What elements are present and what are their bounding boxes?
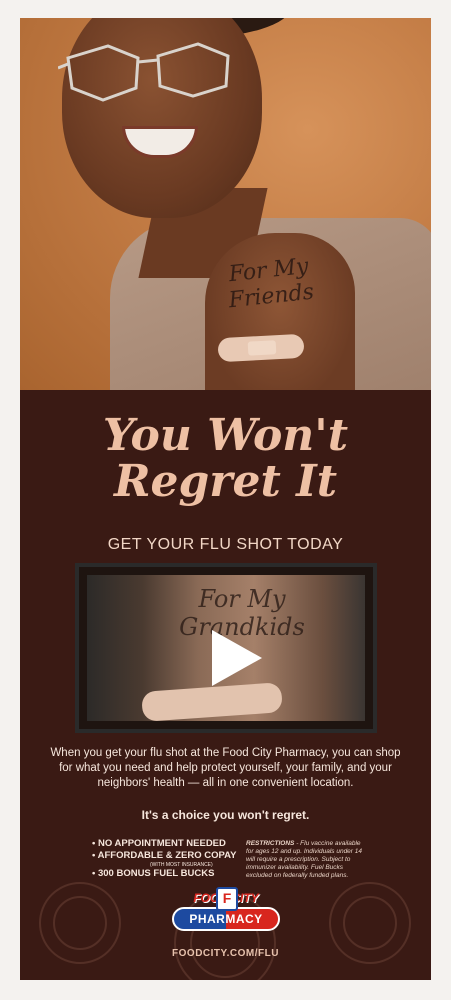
website-url[interactable]: FOODCITY.COM/FLU [20,948,431,959]
benefit-item: • AFFORDABLE & ZERO COPAY [92,850,237,861]
headline: You Won't Regret It [20,413,431,505]
restrictions-label: RESTRICTIONS [246,840,295,847]
hero-photo: For My Friends [20,18,431,390]
video-player[interactable]: For My Grandkids [75,563,377,733]
restrictions-text: RESTRICTIONS - Flu vaccine available for… [246,840,366,880]
video-bandaid [141,682,283,721]
ad-card: For My Friends You Won't Regret It GET Y… [20,18,431,980]
benefit-item: • NO APPOINTMENT NEEDED [92,838,226,849]
video-tattoo-line-1: For My [198,585,286,613]
benefit-item: • 300 BONUS FUEL BUCKS [92,868,215,879]
glasses-icon [58,42,230,102]
food-city-pharmacy-logo: FOOD CITY PHARMACY F [172,887,280,933]
headline-line-1: You Won't [102,410,349,461]
bandaid [217,333,305,363]
headline-line-2: Regret It [113,456,338,507]
subhead: GET YOUR FLU SHOT TODAY [107,536,344,553]
logo-f-icon: F [216,887,238,911]
benefit-list: • NO APPOINTMENT NEEDED • AFFORDABLE & Z… [92,838,252,880]
body-tagline: It's a choice you won't regret. [141,808,310,822]
video-thumbnail: For My Grandkids [87,575,365,721]
play-icon[interactable] [212,630,262,686]
body-text: When you get your flu shot at the Food C… [50,747,401,789]
